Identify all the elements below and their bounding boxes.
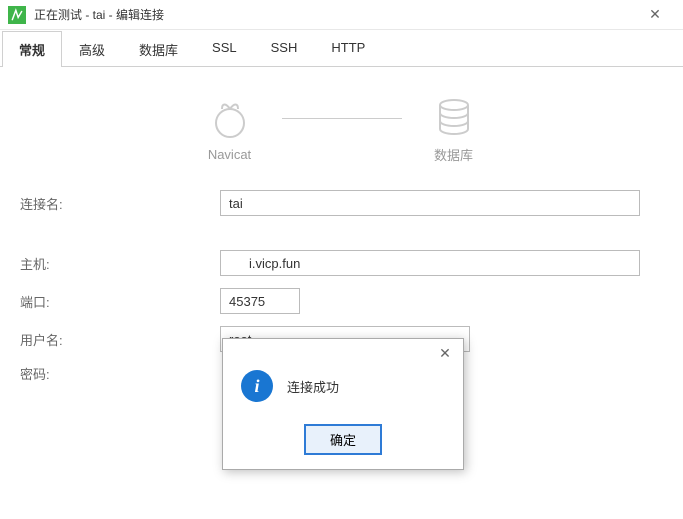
tab-database[interactable]: 数据库 (122, 31, 195, 67)
user-label: 用户名: (20, 330, 220, 349)
tab-ssh[interactable]: SSH (254, 31, 315, 67)
titlebar: 正在测试 - tai - 编辑连接 ✕ (0, 0, 683, 30)
tab-ssl[interactable]: SSL (195, 31, 254, 67)
dialog-close-icon[interactable]: ✕ (435, 345, 455, 362)
navicat-icon (208, 97, 252, 141)
message-dialog: ✕ i 连接成功 确定 (222, 338, 464, 470)
port-input[interactable] (220, 288, 300, 314)
window-title: 正在测试 - tai - 编辑连接 (34, 6, 635, 23)
hero-database: 数据库 (432, 95, 476, 164)
host-input[interactable] (220, 250, 640, 276)
close-icon[interactable]: ✕ (635, 1, 675, 29)
ok-button[interactable]: 确定 (304, 424, 382, 455)
hero-database-label: 数据库 (434, 145, 473, 164)
tab-advanced[interactable]: 高级 (62, 31, 122, 67)
tab-general[interactable]: 常规 (2, 31, 62, 67)
tab-bar: 常规 高级 数据库 SSL SSH HTTP (0, 30, 683, 67)
info-icon: i (241, 370, 273, 402)
app-icon (8, 6, 26, 24)
database-icon (432, 95, 476, 139)
dialog-message: 连接成功 (287, 377, 339, 396)
tab-http[interactable]: HTTP (314, 31, 382, 67)
connection-label: 连接名: (20, 194, 220, 213)
hero-navicat: Navicat (208, 97, 252, 162)
hero-connector-line (282, 118, 402, 119)
port-label: 端口: (20, 292, 220, 311)
connection-input[interactable] (220, 190, 640, 216)
pass-label: 密码: (20, 364, 220, 383)
hero-navicat-label: Navicat (208, 147, 251, 162)
hero: Navicat 数据库 (0, 67, 683, 180)
host-label: 主机: (20, 254, 220, 273)
